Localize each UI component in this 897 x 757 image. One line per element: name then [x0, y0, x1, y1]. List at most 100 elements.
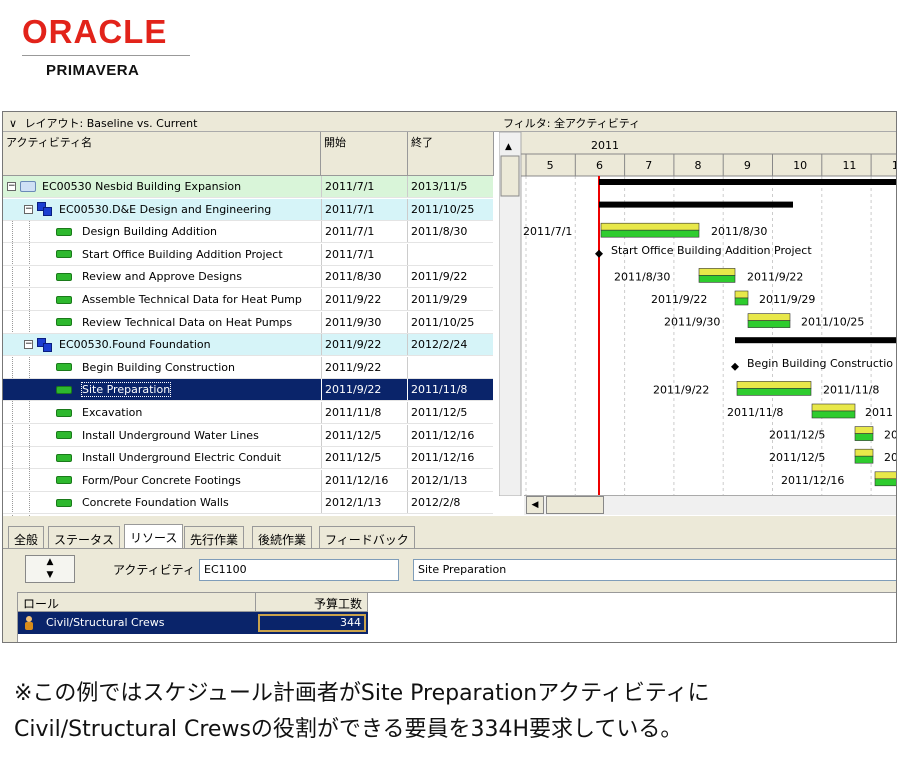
filter-bar[interactable]: フィルタ: 全アクティビティ — [499, 112, 896, 132]
hscroll-thumb[interactable] — [546, 496, 604, 514]
chevron-down-icon[interactable]: ∨ — [9, 117, 17, 130]
tab-resources[interactable]: リソース — [124, 524, 184, 549]
finish-date-cell: 2012/2/8 — [407, 492, 493, 514]
site-preparation-current-bar — [736, 388, 812, 396]
column-header-activity-name[interactable]: アクティビティ名 — [3, 132, 321, 176]
budget-cell[interactable]: 344 — [258, 614, 366, 632]
start-date-cell: 2011/7/1 — [321, 176, 407, 197]
form-pour-footings-current-bar — [874, 478, 896, 487]
activity-icon — [56, 363, 72, 372]
activity-name-cell: Install Underground Water Lines — [3, 425, 321, 446]
bar-start-label: 2011/11/8 — [727, 406, 783, 419]
horizontal-scrollbar[interactable]: ◀ — [524, 495, 896, 515]
detail-tabs: 全般 ステータス リソース 先行作業 後続作業 フィードバック — [3, 522, 896, 549]
table-row[interactable]: Begin Building Construction 2011/9/22 — [3, 356, 493, 379]
table-row[interactable]: − EC00530 Nesbid Building Expansion 2011/7… — [3, 176, 493, 198]
finish-date-cell: 2011/9/22 — [407, 266, 493, 288]
activity-name-text: Install Underground Electric Conduit — [82, 451, 282, 465]
column-header-budget-units[interactable]: 予算工数 — [256, 593, 368, 612]
table-row[interactable]: Install Underground Electric Conduit 2011… — [3, 447, 493, 470]
wbs-icon — [37, 337, 53, 352]
collapse-icon[interactable]: − — [24, 204, 33, 214]
column-header-start[interactable]: 開始 — [321, 132, 408, 176]
note-line-1: ※この例ではスケジュール計画者がSite Preparationアクティビティに — [14, 681, 710, 706]
activity-name-text: Form/Pour Concrete Footings — [82, 473, 241, 487]
start-date-cell: 2011/8/30 — [321, 266, 407, 288]
activity-label: アクティビティ — [113, 563, 195, 577]
finish-date-cell: 2011/10/25 — [407, 198, 493, 220]
primavera-logo-text: PRIMAVERA — [46, 62, 140, 79]
bar-end-label: 20 — [884, 451, 897, 464]
table-row[interactable]: Form/Pour Concrete Footings 2011/12/16 201… — [3, 469, 493, 492]
activity-name-text: Concrete Foundation Walls — [82, 496, 229, 510]
start-date-cell: 2011/9/22 — [321, 334, 407, 356]
design-building-addition-baseline-bar — [600, 222, 700, 231]
project-summary-bar — [599, 179, 896, 185]
activity-icon — [56, 295, 72, 304]
activity-name-text: Review and Approve Designs — [82, 270, 242, 284]
collapse-icon[interactable]: − — [7, 182, 16, 191]
table-row[interactable]: Assemble Technical Data for Heat Pump 201… — [3, 289, 493, 311]
month-label: 12 — [892, 159, 897, 172]
finish-date-cell: 2011/12/5 — [407, 402, 493, 423]
tab-general[interactable]: 全般 — [8, 526, 45, 548]
start-date-cell: 2011/12/5 — [321, 424, 407, 446]
folder-icon — [20, 181, 36, 192]
up-arrow-icon[interactable]: ▲ — [26, 556, 74, 569]
install-electric-conduit-baseline-bar — [854, 448, 874, 457]
month-label: 5 — [547, 159, 554, 172]
start-date-cell: 2011/9/22 — [321, 379, 407, 401]
person-icon — [23, 615, 35, 630]
table-row[interactable]: Excavation 2011/11/8 2011/12/5 — [3, 402, 493, 424]
activity-name-cell: Concrete Foundation Walls — [3, 492, 321, 513]
table-row[interactable]: Civil/Structural Crews 344 — [18, 612, 368, 634]
table-row[interactable]: Design Building Addition 2011/7/1 2011/8/3… — [3, 221, 493, 244]
activity-icon — [56, 272, 72, 281]
scroll-left-button[interactable]: ◀ — [526, 496, 544, 514]
tab-predecessors[interactable]: 先行作業 — [184, 526, 245, 548]
oracle-primavera-logo: ORACLE PRIMAVERA — [22, 14, 190, 79]
tab-successors[interactable]: 後続作業 — [252, 526, 313, 548]
navigation-stepper[interactable]: ▲ ▼ — [25, 555, 75, 583]
table-row[interactable]: Review and Approve Designs 2011/8/30 2011/… — [3, 266, 493, 289]
activity-id-field[interactable]: EC1100 — [199, 559, 399, 581]
start-date-cell: 2012/1/13 — [321, 492, 407, 514]
scroll-up-icon: ▲ — [505, 142, 512, 152]
table-row[interactable]: Site Preparation 2011/9/22 2011/11/8 — [3, 379, 493, 402]
layout-bar[interactable]: ∨ レイアウト: Baseline vs. Current — [3, 112, 499, 132]
tab-feedback[interactable]: フィードバック — [319, 526, 415, 548]
bar-start-label: 2011/12/5 — [769, 451, 825, 464]
table-row[interactable]: Install Underground Water Lines 2011/12/5… — [3, 424, 493, 447]
column-header-role[interactable]: ロール — [18, 593, 256, 612]
finish-date-cell: 2011/10/25 — [407, 311, 493, 333]
bar-end-label: 2011 — [865, 406, 893, 419]
bar-start-label: 2011/8/30 — [614, 270, 670, 283]
bar-start-label: 2011/7/1 — [523, 225, 572, 238]
table-row[interactable]: Concrete Foundation Walls 2012/1/13 2012/2… — [3, 492, 493, 515]
start-date-cell: 2011/9/30 — [321, 311, 407, 333]
column-header-finish[interactable]: 終了 — [408, 132, 494, 176]
down-arrow-icon[interactable]: ▼ — [26, 569, 74, 582]
activity-name-field[interactable]: Site Preparation — [413, 559, 896, 581]
role-cell: Civil/Structural Crews — [46, 616, 165, 629]
start-date-cell: 2011/7/1 — [321, 221, 407, 243]
bar-start-label: 2011/12/5 — [769, 429, 825, 442]
table-row[interactable]: − EC00530.Found Foundation 2011/9/22 2012/2… — [3, 334, 493, 357]
milestone-diamond — [731, 362, 739, 371]
activity-name-cell: − EC00530.D&E Design and Engineering — [3, 199, 321, 220]
activity-name-text: EC00530 Nesbid Building Expansion — [42, 180, 242, 193]
table-row[interactable]: Start Office Building Addition Project 20… — [3, 243, 493, 266]
note-line-2: Civil/Structural Crewsの役割ができる要員を334H要求して… — [14, 717, 683, 742]
tab-status[interactable]: ステータス — [48, 526, 121, 548]
review-approve-designs-baseline-bar — [698, 268, 736, 276]
wbs-summary-bar — [599, 201, 793, 208]
activity-icon — [56, 453, 72, 462]
start-date-cell: 2011/12/5 — [321, 447, 407, 469]
layout-label: レイアウト: Baseline vs. Current — [24, 117, 198, 130]
collapse-icon[interactable]: − — [24, 340, 33, 350]
gantt-canvas: ▲ 2011 5 6 7 8 9 10 11 12 2011/7/1 2011/8/30 Start O… — [499, 132, 897, 496]
table-row[interactable]: Review Technical Data on Heat Pumps 2011/… — [3, 311, 493, 334]
table-row[interactable]: − EC00530.D&E Design and Engineering 2011/… — [3, 198, 493, 221]
activity-name-cell: Review Technical Data on Heat Pumps — [3, 312, 321, 333]
milestone-label: Begin Building Constructio — [747, 357, 893, 370]
